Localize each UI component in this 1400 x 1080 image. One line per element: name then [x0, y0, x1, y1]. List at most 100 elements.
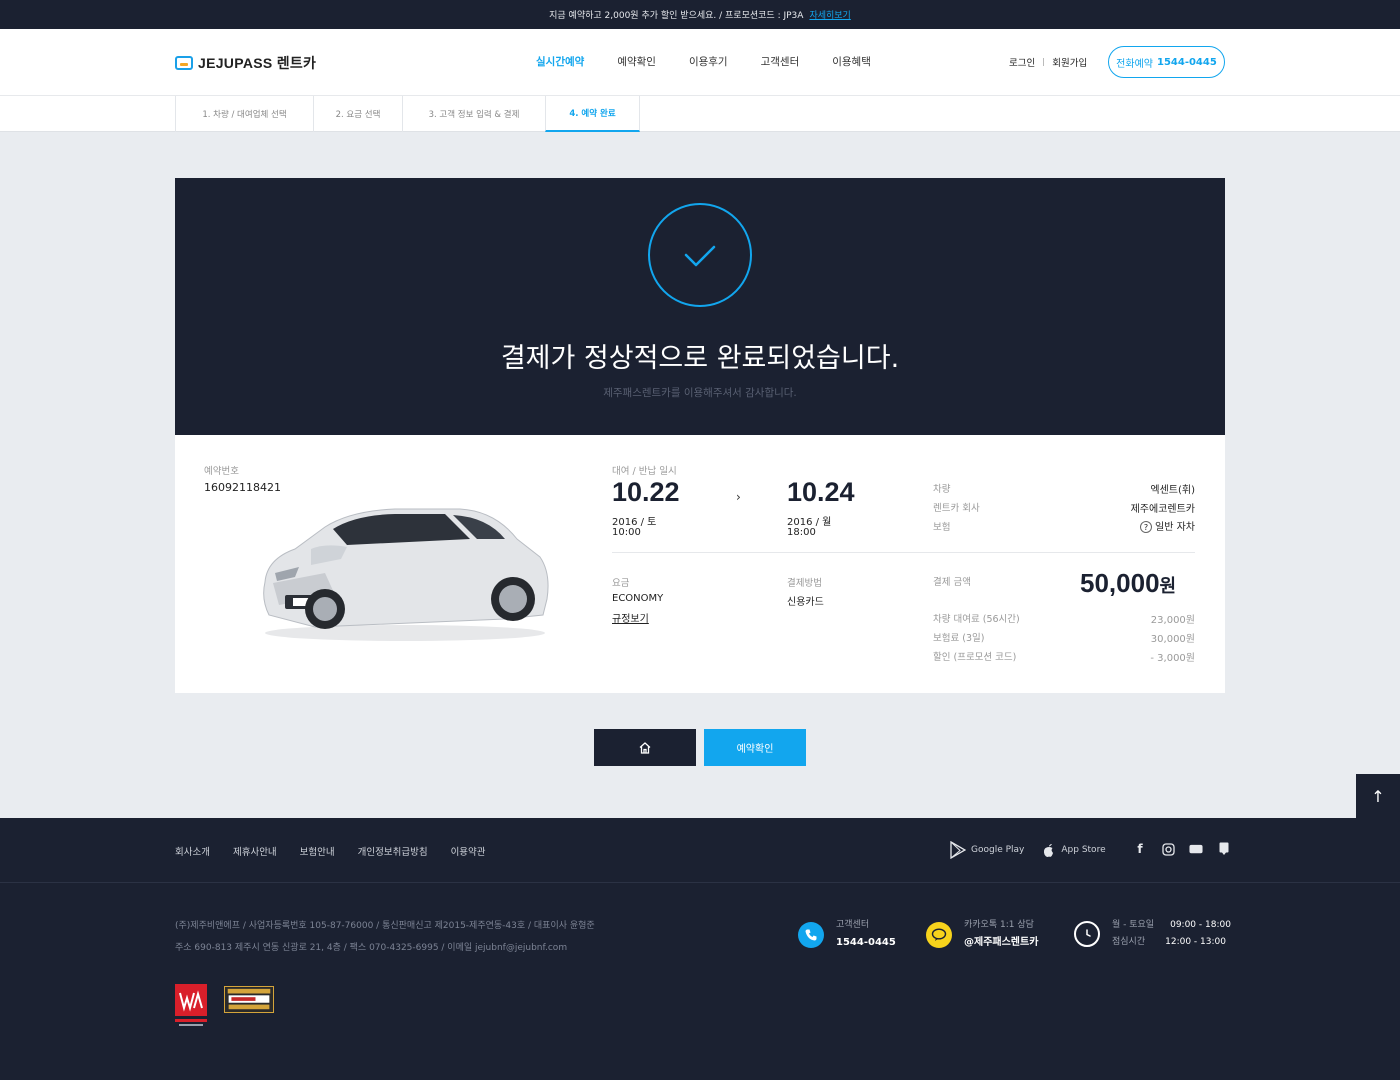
apple-icon — [1044, 843, 1054, 857]
sns-links: f — [1133, 841, 1231, 857]
chevron-right-icon: › — [736, 490, 741, 504]
logo-icon — [175, 56, 193, 70]
step-4: 4. 예약 완료 — [545, 96, 640, 132]
footer-link-partners[interactable]: 제휴사안내 — [233, 844, 277, 858]
util-links: 로그인 회원가입 — [1009, 55, 1087, 69]
car-name: 엑센트(휘) — [1150, 485, 1195, 496]
fee-item-value: 30,000원 — [1150, 634, 1195, 645]
start-date: 10.22 — [612, 477, 680, 507]
check-icon — [684, 245, 716, 267]
fare-value: ECONOMY — [612, 593, 664, 604]
end-day: 2016 / 월 — [787, 517, 832, 528]
footer-link-terms[interactable]: 이용약관 — [451, 844, 486, 858]
total-amount: 50,000 — [1080, 568, 1160, 598]
header: JEJUPASS 렌트카 실시간예약 예약확인 이용후기 고객센터 이용혜택 로… — [0, 29, 1400, 96]
fee-item-value: 23,000원 — [1150, 615, 1195, 626]
phone-icon — [798, 921, 824, 948]
app-store-link[interactable]: App Store — [1042, 842, 1106, 859]
footer-link-company[interactable]: 회사소개 — [175, 844, 210, 858]
app-store-label: App Store — [1061, 845, 1106, 855]
company-info-line: 주소 690-813 제주시 연동 신광로 21, 4층 / 팩스 070-43… — [175, 943, 568, 953]
booking-check-button[interactable]: 예약확인 — [704, 729, 806, 766]
hours-value: 09:00 - 18:00 — [1170, 920, 1231, 930]
pay-method-label: 결제방법 — [787, 578, 822, 589]
fee-item-label: 보험료 (3일) — [933, 633, 985, 644]
step-1: 1. 차량 / 대여업체 선택 — [175, 96, 313, 132]
car-image — [263, 508, 549, 641]
company-label: 렌트카 회사 — [933, 503, 980, 514]
completion-title: 결제가 정상적으로 완료되었습니다. — [500, 343, 900, 374]
step-2: 2. 요금 선택 — [313, 96, 402, 132]
google-play-link[interactable]: Google Play — [950, 841, 1024, 859]
ssl-badge — [224, 986, 274, 1013]
phone-booking-number: 1544-0445 — [1156, 56, 1217, 68]
footer-link-insurance[interactable]: 보험안내 — [300, 844, 335, 858]
kakao-label: 카카오톡 1:1 상담 — [964, 920, 1034, 930]
promo-bar: 지금 예약하고 2,000원 추가 할인 받으세요. / 프로모션코드 : JP… — [0, 0, 1400, 29]
check-circle — [648, 203, 752, 307]
home-icon — [639, 741, 651, 754]
divider — [612, 552, 1195, 553]
footer-top: 회사소개 제휴사안내 보험안내 개인정보취급방침 이용약관 Google Pla… — [0, 818, 1400, 883]
login-link[interactable]: 로그인 — [1009, 55, 1035, 69]
facebook-icon[interactable]: f — [1133, 841, 1147, 857]
end-time: 18:00 — [787, 527, 816, 538]
kakao-id: @제주패스렌트카 — [964, 937, 1039, 948]
scroll-top-button[interactable]: ↑ — [1356, 774, 1400, 818]
logo-text: JEJUPASS 렌트카 — [198, 55, 317, 71]
home-button[interactable] — [594, 729, 696, 766]
company-info: (주)제주비앤에프 / 사업자등록번호 105-87-76000 / 통신판매신… — [175, 915, 595, 959]
insurance-text: 일반 자차 — [1155, 522, 1195, 533]
start-time: 10:00 — [612, 527, 641, 538]
question-icon[interactable]: ? — [1140, 521, 1153, 533]
hours-value: 12:00 - 13:00 — [1165, 937, 1226, 947]
post-icon[interactable] — [1217, 841, 1231, 857]
nav-reviews[interactable]: 이용후기 — [689, 54, 728, 69]
blog-icon[interactable] — [1189, 841, 1203, 857]
nav-realtime-booking[interactable]: 실시간예약 — [536, 54, 584, 69]
promo-text: 지금 예약하고 2,000원 추가 할인 받으세요. / 프로모션코드 : JP… — [549, 11, 804, 21]
app-stores: Google Play App Store — [950, 841, 1124, 859]
kakao-icon — [926, 921, 952, 948]
web-award-badge — [175, 984, 207, 1026]
reservation-detail: 예약번호 16092118421 대여 / 반납 일시 10.22 2016 /… — [175, 435, 1225, 693]
total-unit: 원 — [1159, 576, 1177, 596]
fee-item-label: 차량 대여료 (56시간) — [933, 614, 1020, 625]
footer: 회사소개 제휴사안내 보험안내 개인정보취급방침 이용약관 Google Pla… — [0, 818, 1400, 1080]
instagram-icon[interactable] — [1161, 841, 1175, 857]
business-hours: 월 - 토요일 09:00 - 18:00 점심시간 12:00 - 13:00 — [1074, 917, 1231, 951]
start-day: 2016 / 토 — [612, 517, 657, 528]
nav-benefits[interactable]: 이용혜택 — [832, 54, 871, 69]
fee-item-label: 할인 (프로모션 코드) — [933, 652, 1017, 663]
car-label: 차량 — [933, 484, 951, 495]
cs-number: 1544-0445 — [836, 937, 896, 948]
footer-link-privacy[interactable]: 개인정보취급방침 — [358, 844, 428, 858]
hours-label: 월 - 토요일 — [1112, 920, 1155, 930]
promo-more-link[interactable]: 자세히보기 — [809, 8, 850, 21]
google-play-icon — [950, 841, 966, 859]
google-play-label: Google Play — [971, 845, 1025, 855]
logo[interactable]: JEJUPASS 렌트카 — [175, 53, 316, 73]
total-label: 결제 금액 — [933, 577, 971, 588]
rule-link[interactable]: 규정보기 — [612, 610, 649, 625]
insurance-value: ? 일반 자차 — [1035, 518, 1195, 533]
completion-banner: 결제가 정상적으로 완료되었습니다. 제주패스렌트카를 이용해주셔서 감사합니다… — [175, 178, 1225, 435]
phone-booking-label: 전화예약 — [1116, 58, 1153, 70]
main-nav: 실시간예약 예약확인 이용후기 고객센터 이용혜택 — [536, 54, 904, 69]
company-info-line: (주)제주비앤에프 / 사업자등록번호 105-87-76000 / 통신판매신… — [175, 921, 595, 931]
arrow-up-icon: ↑ — [1371, 786, 1385, 806]
footer-nav: 회사소개 제휴사안내 보험안내 개인정보취급방침 이용약관 — [175, 844, 509, 858]
kakao-consult[interactable]: 카카오톡 1:1 상담 @제주패스렌트카 — [926, 917, 1038, 952]
clock-icon — [1074, 921, 1100, 947]
step-3: 3. 고객 정보 입력 & 결제 — [402, 96, 545, 132]
cs-label: 고객센터 — [836, 920, 870, 930]
nav-booking-check[interactable]: 예약확인 — [617, 54, 656, 69]
join-link[interactable]: 회원가입 — [1052, 55, 1087, 69]
nav-customer-center[interactable]: 고객센터 — [761, 54, 800, 69]
reservation-no-label: 예약번호 — [204, 466, 239, 477]
phone-booking-button[interactable]: 전화예약 1544-0445 — [1108, 46, 1225, 78]
step-tabs: 1. 차량 / 대여업체 선택 2. 요금 선택 3. 고객 정보 입력 & 결… — [0, 96, 1400, 132]
fare-label: 요금 — [612, 578, 630, 589]
insurance-label: 보험 — [933, 522, 951, 533]
customer-center: 고객센터 1544-0445 — [798, 917, 896, 952]
